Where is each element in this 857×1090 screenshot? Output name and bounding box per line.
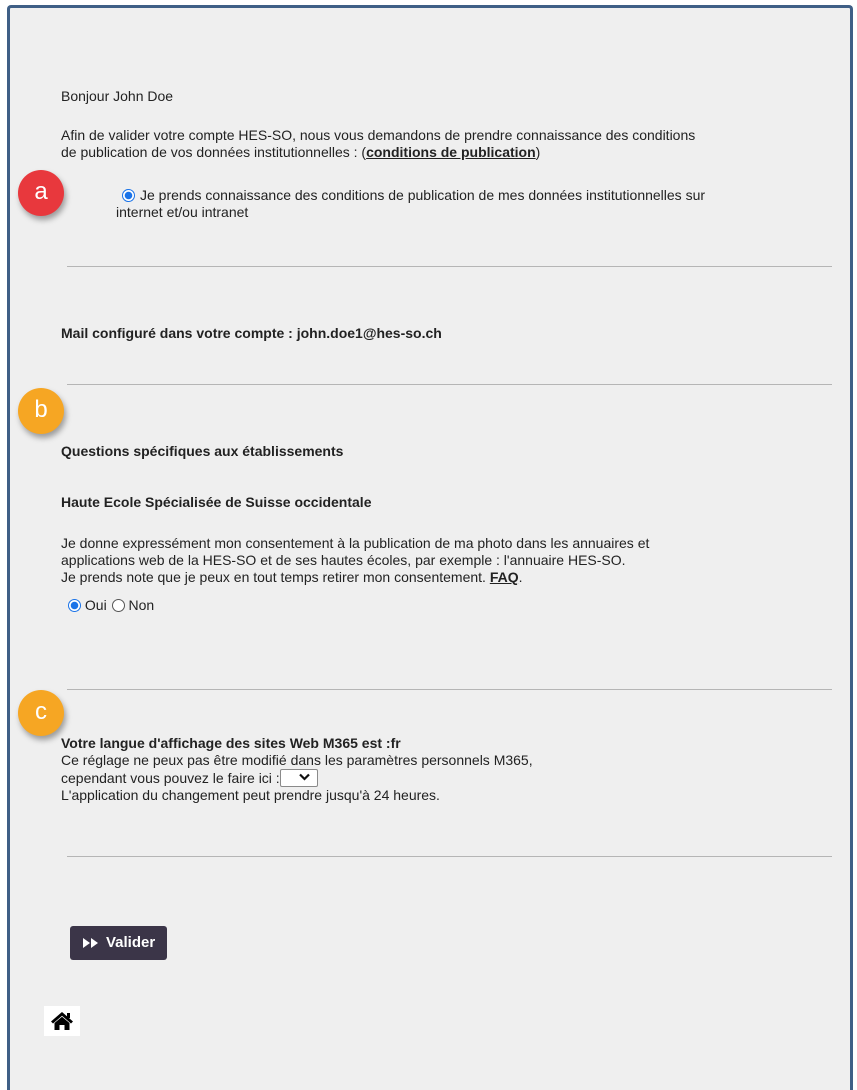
greeting-text: Bonjour John Doe <box>61 88 174 104</box>
divider-4 <box>67 856 832 857</box>
photo-consent-line-3-suffix: . <box>518 569 523 585</box>
photo-consent-line-2: applications web de la HES-SO et de ses … <box>61 552 626 568</box>
language-select[interactable] <box>279 769 318 787</box>
radio-oui-label[interactable]: Oui <box>85 597 107 613</box>
annotation-badge-c: c <box>18 690 64 736</box>
photo-consent-paragraph: Je donne expressément mon consentement à… <box>61 535 649 586</box>
language-section: Votre langue d'affichage des sites Web M… <box>61 735 533 804</box>
conditions-link[interactable]: conditions de publication <box>366 144 536 160</box>
photo-consent-line-1: Je donne expressément mon consentement à… <box>61 535 650 551</box>
consent-ack: Je prends connaissance des conditions de… <box>116 187 705 221</box>
divider-1 <box>67 266 832 267</box>
radio-oui[interactable] <box>68 599 81 612</box>
intro-line-2-suffix: ) <box>535 144 541 160</box>
radio-non[interactable] <box>111 599 125 612</box>
school-title: Haute Ecole Spécialisée de Suisse occide… <box>61 494 372 510</box>
faq-link[interactable]: FAQ <box>490 569 519 585</box>
consent-ack-radio[interactable] <box>122 189 135 202</box>
intro-line-2: de publication de vos données institutio… <box>61 144 695 161</box>
language-line-2: cependant vous pouvez le faire ici : <box>61 769 533 787</box>
intro-line-2-prefix: de publication de vos données institutio… <box>61 144 367 160</box>
annotation-badge-b: b <box>18 388 64 434</box>
divider-2 <box>67 384 832 385</box>
language-line-2-text: cependant vous pouvez le faire ici : <box>61 770 280 786</box>
fast-forward-icon <box>83 938 98 948</box>
consent-ack-line-1: Je prends connaissance des conditions de… <box>116 187 705 204</box>
language-title: Votre langue d'affichage des sites Web M… <box>61 735 401 751</box>
home-button[interactable] <box>44 1006 80 1036</box>
language-line-3: L'application du changement peut prendre… <box>61 787 440 803</box>
home-icon <box>51 1012 73 1030</box>
photo-consent-line-3-prefix: Je prends note que je peux en tout temps… <box>61 569 490 585</box>
divider-3 <box>67 689 832 690</box>
photo-consent-options: Oui Non <box>68 597 154 614</box>
valider-button[interactable]: Valider <box>70 926 168 960</box>
section-title: Questions spécifiques aux établissements <box>61 443 344 459</box>
intro-line-1: Afin de valider votre compte HES-SO, nou… <box>61 127 696 143</box>
valider-button-label: Valider <box>106 934 156 951</box>
intro-paragraph: Afin de valider votre compte HES-SO, nou… <box>61 127 695 161</box>
annotation-badge-a: a <box>18 170 64 216</box>
photo-consent-line-3: Je prends note que je peux en tout temps… <box>61 569 649 586</box>
radio-non-label[interactable]: Non <box>128 597 154 613</box>
consent-ack-label-1: Je prends connaissance des conditions de… <box>140 187 706 203</box>
consent-ack-label-2: internet et/ou intranet <box>116 204 249 220</box>
language-line-1: Ce réglage ne peux pas être modifié dans… <box>61 752 533 768</box>
mail-info: Mail configuré dans votre compte : john.… <box>61 325 442 341</box>
chevron-down-icon <box>298 773 310 781</box>
